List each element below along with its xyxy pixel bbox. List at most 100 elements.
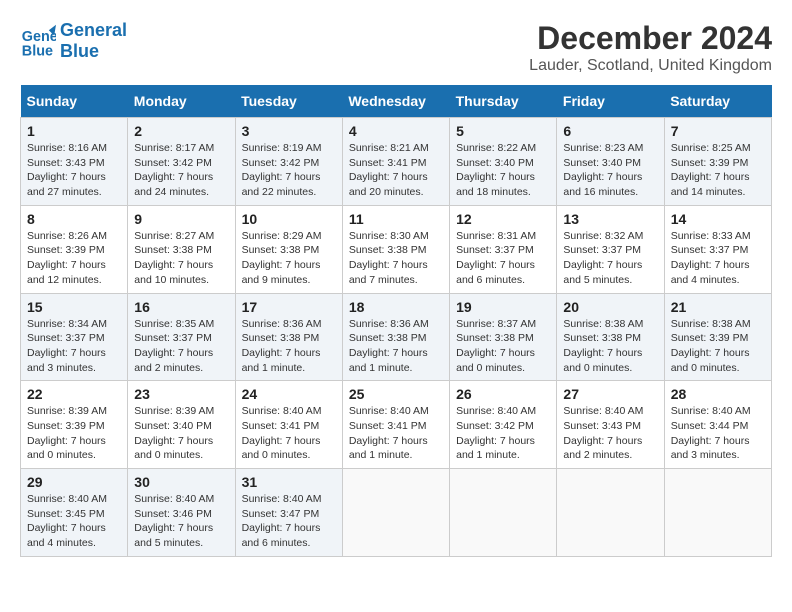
calendar-table: SundayMondayTuesdayWednesdayThursdayFrid… (20, 85, 772, 557)
calendar-cell: 6 Sunrise: 8:23 AM Sunset: 3:40 PM Daylig… (557, 118, 664, 206)
day-number: 22 (27, 386, 121, 402)
day-info: Sunrise: 8:27 AM Sunset: 3:38 PM Dayligh… (134, 229, 228, 288)
header-cell-saturday: Saturday (664, 85, 771, 118)
calendar-cell: 19 Sunrise: 8:37 AM Sunset: 3:38 PM Dayli… (450, 293, 557, 381)
day-info: Sunrise: 8:31 AM Sunset: 3:37 PM Dayligh… (456, 229, 550, 288)
calendar-cell (342, 469, 449, 557)
calendar-cell: 26 Sunrise: 8:40 AM Sunset: 3:42 PM Dayli… (450, 381, 557, 469)
svg-text:Blue: Blue (22, 43, 53, 59)
day-info: Sunrise: 8:23 AM Sunset: 3:40 PM Dayligh… (563, 141, 657, 200)
day-number: 25 (349, 386, 443, 402)
calendar-cell: 20 Sunrise: 8:38 AM Sunset: 3:38 PM Dayli… (557, 293, 664, 381)
day-number: 15 (27, 299, 121, 315)
header-cell-sunday: Sunday (21, 85, 128, 118)
day-info: Sunrise: 8:40 AM Sunset: 3:46 PM Dayligh… (134, 492, 228, 551)
day-number: 19 (456, 299, 550, 315)
day-number: 29 (27, 474, 121, 490)
day-info: Sunrise: 8:38 AM Sunset: 3:39 PM Dayligh… (671, 317, 765, 376)
day-number: 3 (242, 123, 336, 139)
day-number: 4 (349, 123, 443, 139)
day-info: Sunrise: 8:38 AM Sunset: 3:38 PM Dayligh… (563, 317, 657, 376)
day-number: 24 (242, 386, 336, 402)
day-number: 7 (671, 123, 765, 139)
calendar-cell: 21 Sunrise: 8:38 AM Sunset: 3:39 PM Dayli… (664, 293, 771, 381)
day-info: Sunrise: 8:40 AM Sunset: 3:47 PM Dayligh… (242, 492, 336, 551)
day-number: 31 (242, 474, 336, 490)
day-info: Sunrise: 8:37 AM Sunset: 3:38 PM Dayligh… (456, 317, 550, 376)
header-cell-wednesday: Wednesday (342, 85, 449, 118)
calendar-week-row: 1Sunrise: 8:16 AM Sunset: 3:43 PM Daylig… (21, 118, 772, 206)
calendar-cell: 24 Sunrise: 8:40 AM Sunset: 3:41 PM Dayli… (235, 381, 342, 469)
calendar-cell: 27Sunrise: 8:40 AM Sunset: 3:43 PM Dayli… (557, 381, 664, 469)
calendar-cell: 2 Sunrise: 8:17 AM Sunset: 3:42 PM Daylig… (128, 118, 235, 206)
calendar-body: 1Sunrise: 8:16 AM Sunset: 3:43 PM Daylig… (21, 118, 772, 557)
day-info: Sunrise: 8:35 AM Sunset: 3:37 PM Dayligh… (134, 317, 228, 376)
calendar-cell: 30 Sunrise: 8:40 AM Sunset: 3:46 PM Dayli… (128, 469, 235, 557)
logo-line2: Blue (60, 41, 127, 62)
day-info: Sunrise: 8:25 AM Sunset: 3:39 PM Dayligh… (671, 141, 765, 200)
day-number: 10 (242, 211, 336, 227)
calendar-cell: 3Sunrise: 8:19 AM Sunset: 3:42 PM Daylig… (235, 118, 342, 206)
calendar-cell: 5Sunrise: 8:22 AM Sunset: 3:40 PM Daylig… (450, 118, 557, 206)
day-number: 6 (563, 123, 657, 139)
calendar-cell: 15 Sunrise: 8:34 AM Sunset: 3:37 PM Dayli… (21, 293, 128, 381)
calendar-cell: 16Sunrise: 8:35 AM Sunset: 3:37 PM Dayli… (128, 293, 235, 381)
day-info: Sunrise: 8:40 AM Sunset: 3:45 PM Dayligh… (27, 492, 121, 551)
day-info: Sunrise: 8:39 AM Sunset: 3:39 PM Dayligh… (27, 404, 121, 463)
calendar-cell: 28Sunrise: 8:40 AM Sunset: 3:44 PM Dayli… (664, 381, 771, 469)
day-info: Sunrise: 8:40 AM Sunset: 3:42 PM Dayligh… (456, 404, 550, 463)
calendar-cell: 29 Sunrise: 8:40 AM Sunset: 3:45 PM Dayli… (21, 469, 128, 557)
day-info: Sunrise: 8:17 AM Sunset: 3:42 PM Dayligh… (134, 141, 228, 200)
header-cell-thursday: Thursday (450, 85, 557, 118)
day-number: 12 (456, 211, 550, 227)
calendar-cell: 11 Sunrise: 8:30 AM Sunset: 3:38 PM Dayli… (342, 205, 449, 293)
title-area: December 2024 Lauder, Scotland, United K… (529, 20, 772, 75)
logo: General Blue General Blue (20, 20, 127, 62)
calendar-cell: 17 Sunrise: 8:36 AM Sunset: 3:38 PM Dayli… (235, 293, 342, 381)
day-info: Sunrise: 8:34 AM Sunset: 3:37 PM Dayligh… (27, 317, 121, 376)
calendar-cell: 4 Sunrise: 8:21 AM Sunset: 3:41 PM Daylig… (342, 118, 449, 206)
logo-icon: General Blue (20, 23, 56, 59)
day-number: 26 (456, 386, 550, 402)
calendar-cell: 31 Sunrise: 8:40 AM Sunset: 3:47 PM Dayli… (235, 469, 342, 557)
day-info: Sunrise: 8:29 AM Sunset: 3:38 PM Dayligh… (242, 229, 336, 288)
calendar-cell: 25 Sunrise: 8:40 AM Sunset: 3:41 PM Dayli… (342, 381, 449, 469)
day-number: 30 (134, 474, 228, 490)
day-number: 17 (242, 299, 336, 315)
calendar-cell: 13 Sunrise: 8:32 AM Sunset: 3:37 PM Dayli… (557, 205, 664, 293)
day-info: Sunrise: 8:40 AM Sunset: 3:41 PM Dayligh… (349, 404, 443, 463)
day-info: Sunrise: 8:39 AM Sunset: 3:40 PM Dayligh… (134, 404, 228, 463)
day-number: 2 (134, 123, 228, 139)
day-number: 20 (563, 299, 657, 315)
calendar-cell: 7 Sunrise: 8:25 AM Sunset: 3:39 PM Daylig… (664, 118, 771, 206)
day-number: 13 (563, 211, 657, 227)
calendar-cell: 12 Sunrise: 8:31 AM Sunset: 3:37 PM Dayli… (450, 205, 557, 293)
month-title: December 2024 (529, 20, 772, 57)
calendar-cell: 18Sunrise: 8:36 AM Sunset: 3:38 PM Dayli… (342, 293, 449, 381)
day-info: Sunrise: 8:36 AM Sunset: 3:38 PM Dayligh… (349, 317, 443, 376)
day-info: Sunrise: 8:33 AM Sunset: 3:37 PM Dayligh… (671, 229, 765, 288)
header: General Blue General Blue December 2024 … (20, 20, 772, 75)
day-number: 23 (134, 386, 228, 402)
day-info: Sunrise: 8:40 AM Sunset: 3:44 PM Dayligh… (671, 404, 765, 463)
calendar-cell: 8Sunrise: 8:26 AM Sunset: 3:39 PM Daylig… (21, 205, 128, 293)
calendar-week-row: 29 Sunrise: 8:40 AM Sunset: 3:45 PM Dayli… (21, 469, 772, 557)
day-info: Sunrise: 8:36 AM Sunset: 3:38 PM Dayligh… (242, 317, 336, 376)
calendar-week-row: 22 Sunrise: 8:39 AM Sunset: 3:39 PM Dayli… (21, 381, 772, 469)
day-info: Sunrise: 8:30 AM Sunset: 3:38 PM Dayligh… (349, 229, 443, 288)
day-number: 21 (671, 299, 765, 315)
day-number: 1 (27, 123, 121, 139)
day-info: Sunrise: 8:22 AM Sunset: 3:40 PM Dayligh… (456, 141, 550, 200)
calendar-cell: 10 Sunrise: 8:29 AM Sunset: 3:38 PM Dayli… (235, 205, 342, 293)
day-info: Sunrise: 8:40 AM Sunset: 3:41 PM Dayligh… (242, 404, 336, 463)
day-number: 14 (671, 211, 765, 227)
header-cell-tuesday: Tuesday (235, 85, 342, 118)
day-number: 9 (134, 211, 228, 227)
calendar-cell (450, 469, 557, 557)
day-info: Sunrise: 8:32 AM Sunset: 3:37 PM Dayligh… (563, 229, 657, 288)
logo-line1: General (60, 20, 127, 41)
day-info: Sunrise: 8:26 AM Sunset: 3:39 PM Dayligh… (27, 229, 121, 288)
day-number: 11 (349, 211, 443, 227)
calendar-week-row: 15 Sunrise: 8:34 AM Sunset: 3:37 PM Dayli… (21, 293, 772, 381)
day-info: Sunrise: 8:21 AM Sunset: 3:41 PM Dayligh… (349, 141, 443, 200)
